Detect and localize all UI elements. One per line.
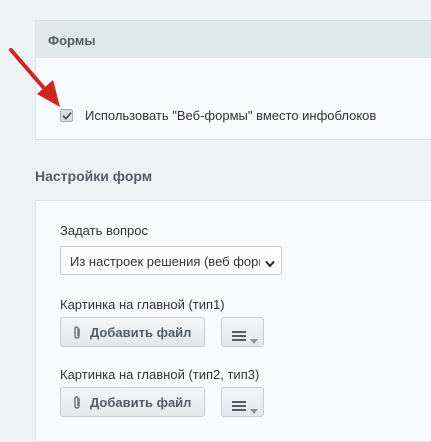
image-main-type1-label: Картинка на главной (тип1) [60, 297, 225, 312]
use-webforms-label[interactable]: Использовать "Веб-формы" вместо инфоблок… [85, 108, 376, 123]
ask-question-label: Задать вопрос [60, 223, 148, 238]
paperclip-icon [72, 325, 82, 346]
form-settings-panel: Задать вопрос Из настроек решения (веб ф… [35, 200, 431, 442]
annotation-arrow-icon [9, 48, 60, 107]
paperclip-icon [72, 395, 82, 416]
chevron-down-icon [265, 256, 275, 267]
forms-header: Формы [36, 21, 431, 58]
add-file-button-label: Добавить файл [90, 325, 192, 340]
caret-down-icon [250, 331, 258, 349]
ask-question-select-value: Из настроек решения (веб формы) [70, 254, 260, 269]
add-file-button-type2-3[interactable]: Добавить файл [60, 387, 205, 417]
image-main-type2-3-label: Картинка на главной (тип2, тип3) [60, 367, 260, 382]
caret-down-icon [250, 401, 258, 419]
ask-question-select[interactable]: Из настроек решения (веб формы) [60, 246, 282, 275]
add-file-button-type1[interactable]: Добавить файл [60, 317, 205, 347]
menu-icon [232, 328, 246, 346]
file-menu-button-type2-3[interactable] [221, 387, 264, 417]
menu-icon [232, 398, 246, 416]
form-settings-title: Настройки форм [35, 168, 153, 184]
add-file-button-label: Добавить файл [90, 395, 192, 410]
file-menu-button-type1[interactable] [221, 317, 264, 347]
forms-panel: Формы Использовать "Веб-формы" вместо ин… [35, 20, 431, 140]
